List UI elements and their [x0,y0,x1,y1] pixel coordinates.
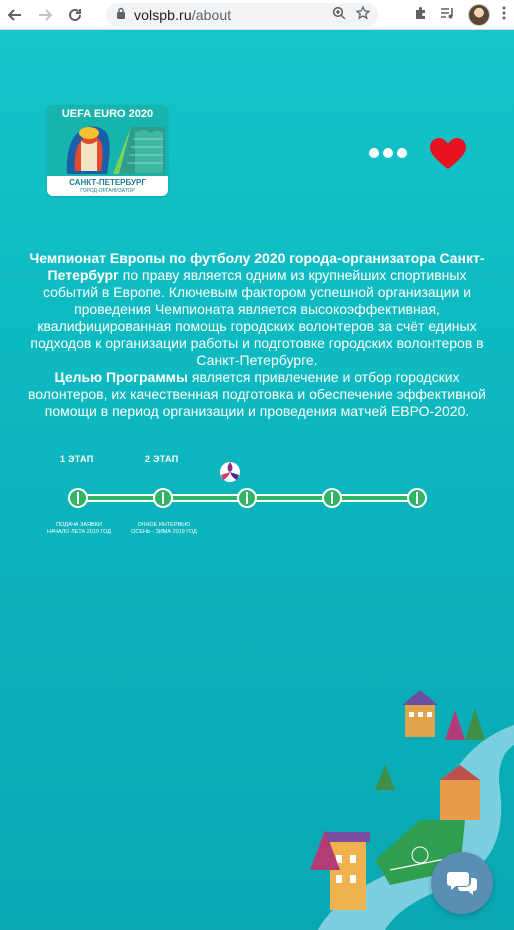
url-domain: volspb.ru [134,7,192,23]
address-bar[interactable]: volspb.ru/about [106,3,378,27]
lock-icon [116,6,126,24]
timeline-point[interactable] [322,488,342,508]
timeline-point[interactable] [407,488,427,508]
logo-city: САНКТ-ПЕТЕРБУРГ [69,178,146,187]
timeline-point[interactable] [153,488,173,508]
stage-1-note-line2: НАЧАЛО ЛЕТА 2019 ГОД [46,529,112,535]
dot [397,148,407,158]
stage-2-label: 2 ЭТАП [145,454,179,464]
chat-button[interactable] [431,852,493,914]
logo-emblem-graphic [66,126,165,174]
stage-2-note: ОЧНОЕ ИНТЕРВЬЮ ОСЕНЬ - ЗИМА 2019 ГОД [119,522,209,536]
about-description: Чемпионат Европы по футболу 2020 города-… [22,250,492,420]
timeline-point[interactable] [68,488,88,508]
more-dots-button[interactable] [369,148,407,158]
heart-icon[interactable] [430,138,466,170]
dot [369,148,379,158]
euro-2020-logo[interactable]: UEFA EURO 2020 САНКТ-ПЕТЕРБУРГ ГОРОД-ОРГ… [47,105,168,196]
dot [383,148,393,158]
timeline-point[interactable] [237,488,257,508]
chat-bubbles-icon [447,872,477,895]
stage-2-note-line1: ОЧНОЕ ИНТЕРВЬЮ [137,522,191,528]
stage-1-label: 1 ЭТАП [60,454,94,464]
football-ball-icon [220,462,240,482]
reload-icon[interactable] [60,0,90,30]
browser-toolbar: volspb.ru/about [0,0,514,30]
stage-1-note-line1: ПОДАЧА ЗАЯВКИ [56,522,102,528]
intro-bold-2: Целью Программы [54,369,188,385]
stage-1-note: ПОДАЧА ЗАЯВКИ НАЧАЛО ЛЕТА 2019 ГОД [34,522,124,536]
menu-kebab-icon[interactable] [502,6,506,24]
logo-subtitle: ГОРОД-ОРГАНИЗАТОР [80,188,135,194]
stage-2-note-line2: ОСЕНЬ - ЗИМА 2019 ГОД [131,529,197,535]
back-arrow-icon[interactable] [0,0,30,30]
extensions-puzzle-icon[interactable] [414,6,428,24]
url-text: volspb.ru/about [134,7,231,23]
media-queue-icon[interactable] [440,6,456,24]
timeline-track [68,488,427,508]
url-path: /about [191,7,232,23]
zoom-icon[interactable] [332,6,346,24]
bookmark-star-icon[interactable] [355,5,371,24]
forward-arrow-icon[interactable] [30,0,60,30]
profile-avatar[interactable] [468,4,490,26]
page-content: UEFA EURO 2020 САНКТ-ПЕТЕРБУРГ ГОРОД-ОРГ… [0,30,514,930]
